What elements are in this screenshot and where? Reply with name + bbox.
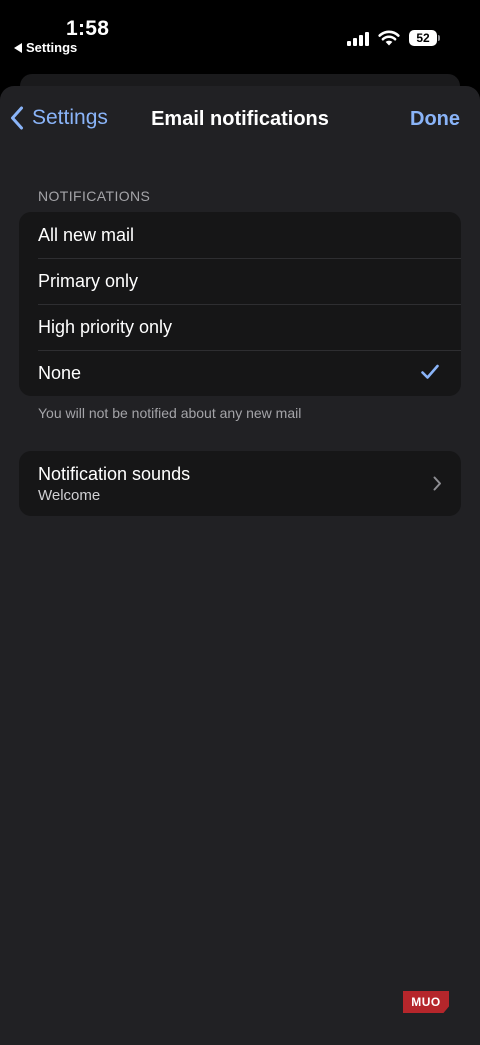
option-all-new-mail[interactable]: All new mail (19, 212, 461, 258)
option-label: Primary only (38, 270, 139, 291)
option-label: High priority only (38, 316, 173, 337)
notifications-footer-note: You will not be notified about any new m… (38, 405, 302, 421)
option-primary-only[interactable]: Primary only (19, 258, 461, 304)
status-time: 1:58 (66, 17, 110, 40)
wifi-icon (378, 30, 400, 46)
chevron-left-icon (11, 106, 23, 130)
notification-sounds-row[interactable]: Notification sounds Welcome (19, 451, 461, 516)
status-back-to-settings[interactable]: Settings (14, 40, 77, 55)
email-notifications-sheet: Settings Email notifications Done NOTIFI… (0, 86, 480, 1045)
chevron-right-icon (433, 476, 441, 491)
checkmark-icon (421, 364, 439, 379)
back-triangle-icon (14, 42, 22, 53)
notification-sounds-title: Notification sounds (38, 464, 191, 484)
battery-level: 52 (409, 30, 437, 46)
notification-sounds-value: Welcome (38, 487, 101, 504)
battery-icon: 52 (409, 30, 440, 46)
nav-back-label: Settings (32, 106, 108, 129)
page-title: Email notifications (151, 108, 329, 130)
status-back-label: Settings (26, 40, 78, 55)
notification-options-list: All new mail Primary only High priority … (19, 212, 461, 396)
option-high-priority-only[interactable]: High priority only (19, 304, 461, 350)
done-button[interactable]: Done (410, 108, 460, 131)
muo-watermark-logo: MUO (403, 991, 449, 1013)
nav-back-button[interactable]: Settings (10, 106, 108, 130)
status-bar: 1:58 Settings 52 (0, 0, 480, 70)
option-label: All new mail (38, 224, 135, 245)
option-none[interactable]: None (19, 350, 461, 396)
option-label: None (38, 362, 82, 383)
status-icons: 52 (347, 30, 440, 46)
cellular-signal-icon (347, 31, 369, 46)
notifications-section-header: NOTIFICATIONS (38, 188, 151, 204)
